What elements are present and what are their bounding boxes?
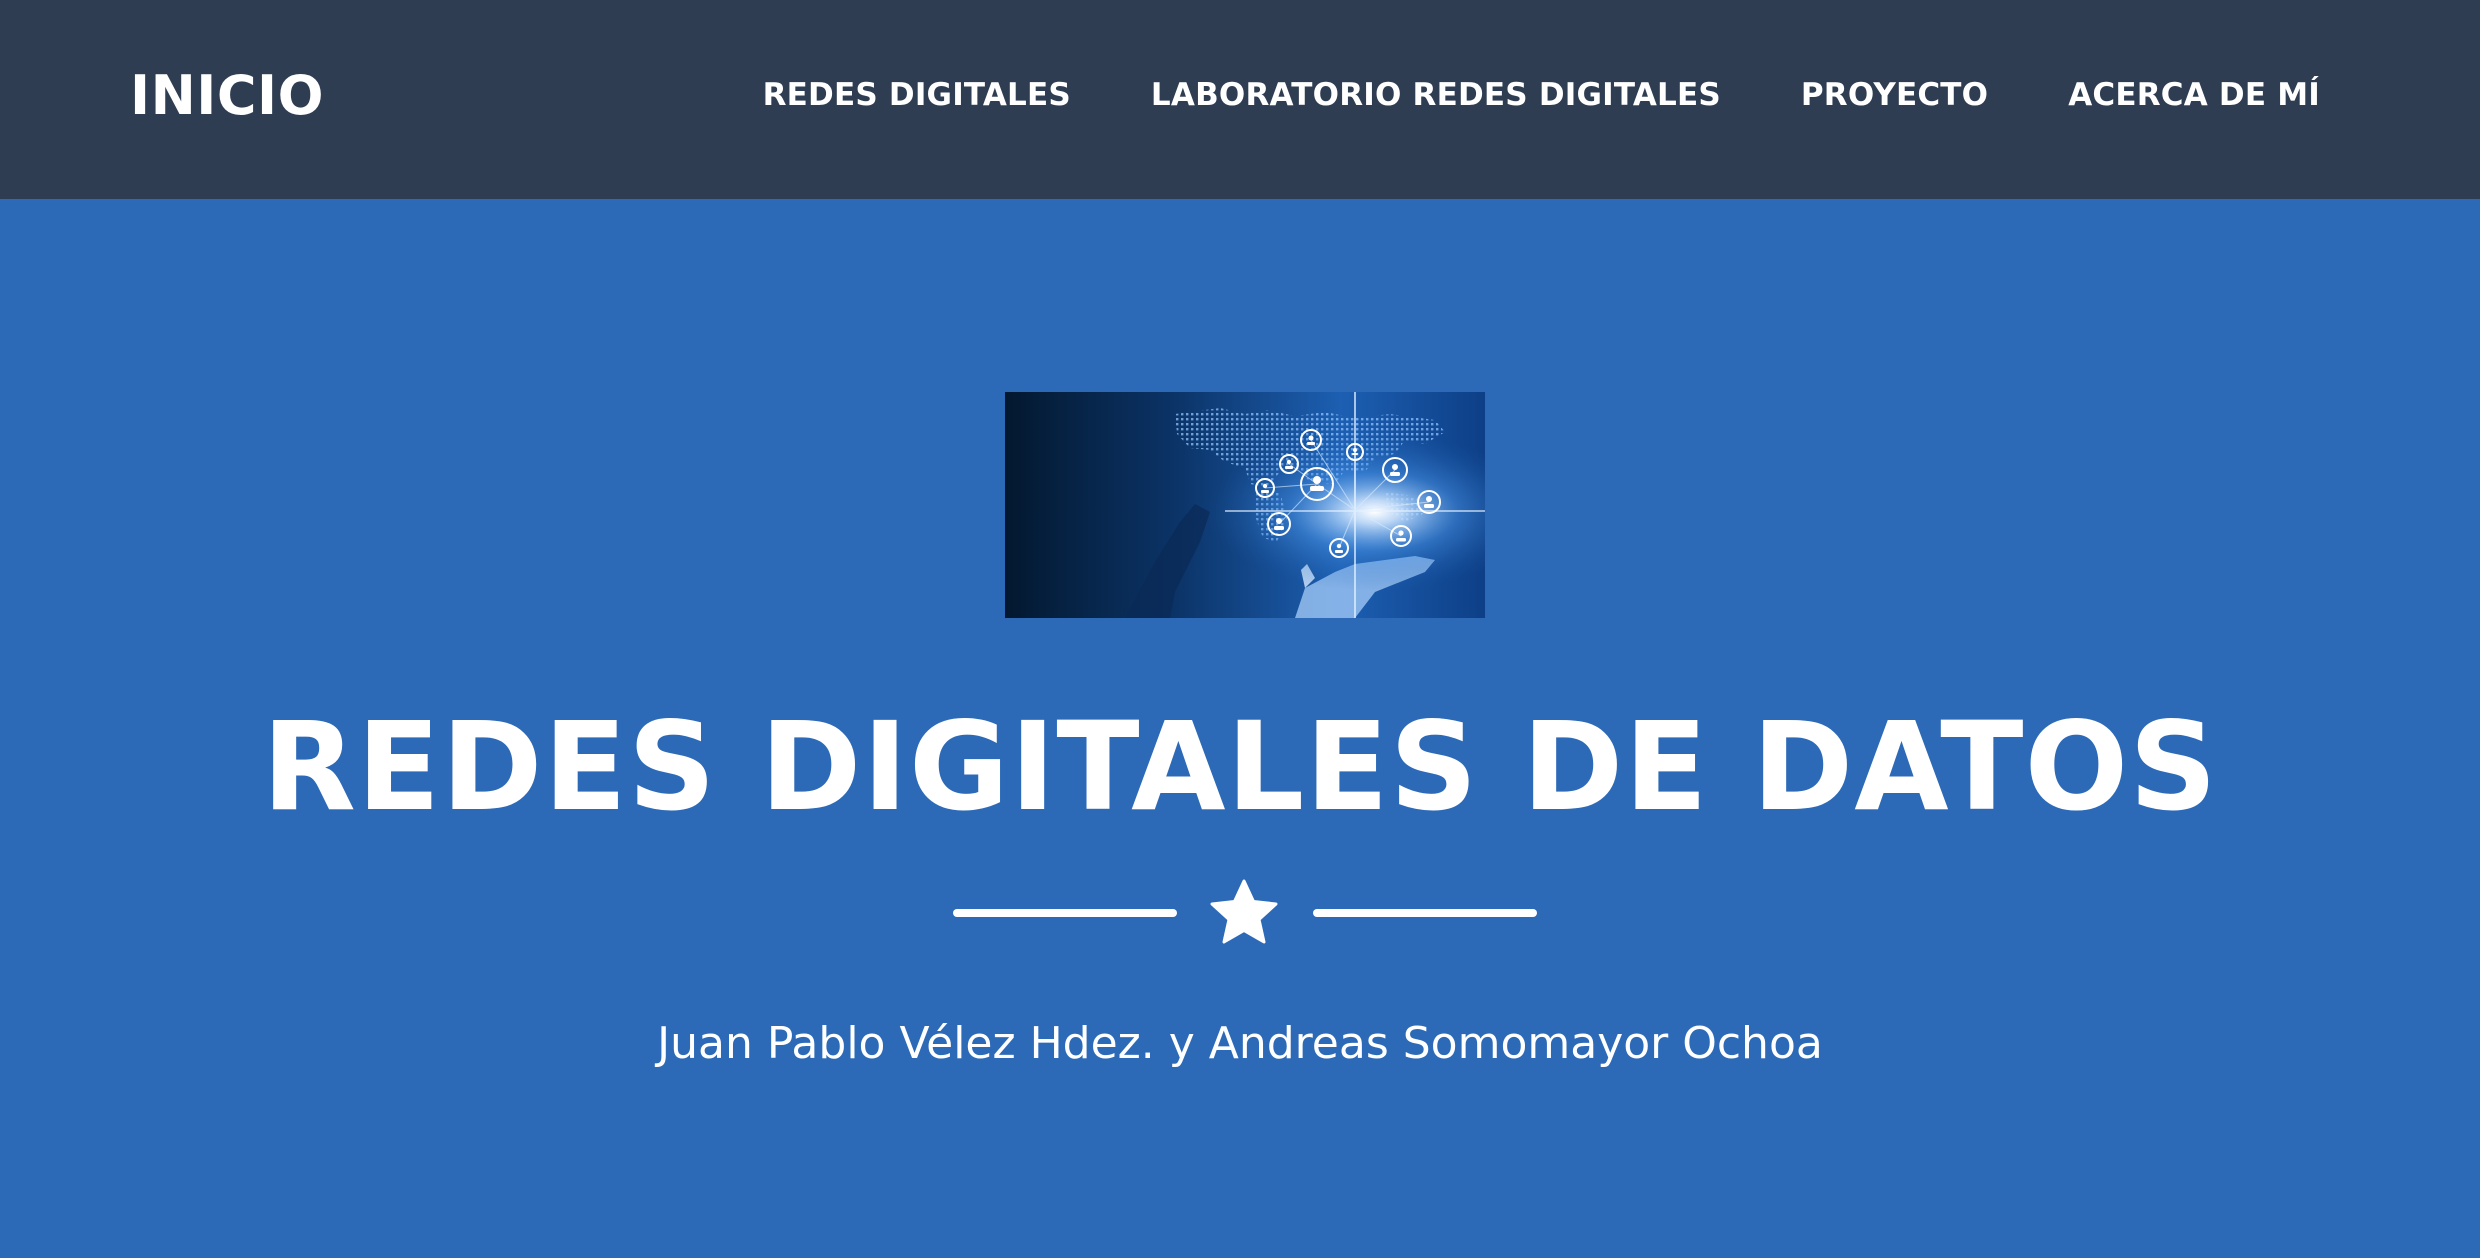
hero-title: REDES DIGITALES DE DATOS: [261, 696, 2219, 838]
nav-link-proyecto[interactable]: PROYECTO: [1801, 66, 1988, 124]
nav-link-acerca-de-mi[interactable]: ACERCA DE MÍ: [2068, 66, 2320, 124]
hero-subtitle-authors: Juan Pablo Vélez Hdez. y Andreas Somomay…: [657, 1018, 1823, 1069]
hero-section: REDES DIGITALES DE DATOS Juan Pablo Véle…: [0, 199, 2480, 1258]
brand-link-inicio[interactable]: INICIO: [130, 60, 324, 132]
nav-links: REDES DIGITALES LABORATORIO REDES DIGITA…: [763, 66, 2320, 124]
divider-line-right: [1313, 909, 1537, 917]
hero-network-image: [1005, 392, 1485, 618]
nav-link-redes-digitales[interactable]: REDES DIGITALES: [763, 66, 1071, 124]
star-icon: [1210, 879, 1278, 944]
star-divider: [0, 879, 2480, 959]
navbar: INICIO REDES DIGITALES LABORATORIO REDES…: [0, 0, 2480, 199]
nav-link-laboratorio-redes-digitales[interactable]: LABORATORIO REDES DIGITALES: [1151, 66, 1721, 124]
divider-line-left: [953, 909, 1177, 917]
